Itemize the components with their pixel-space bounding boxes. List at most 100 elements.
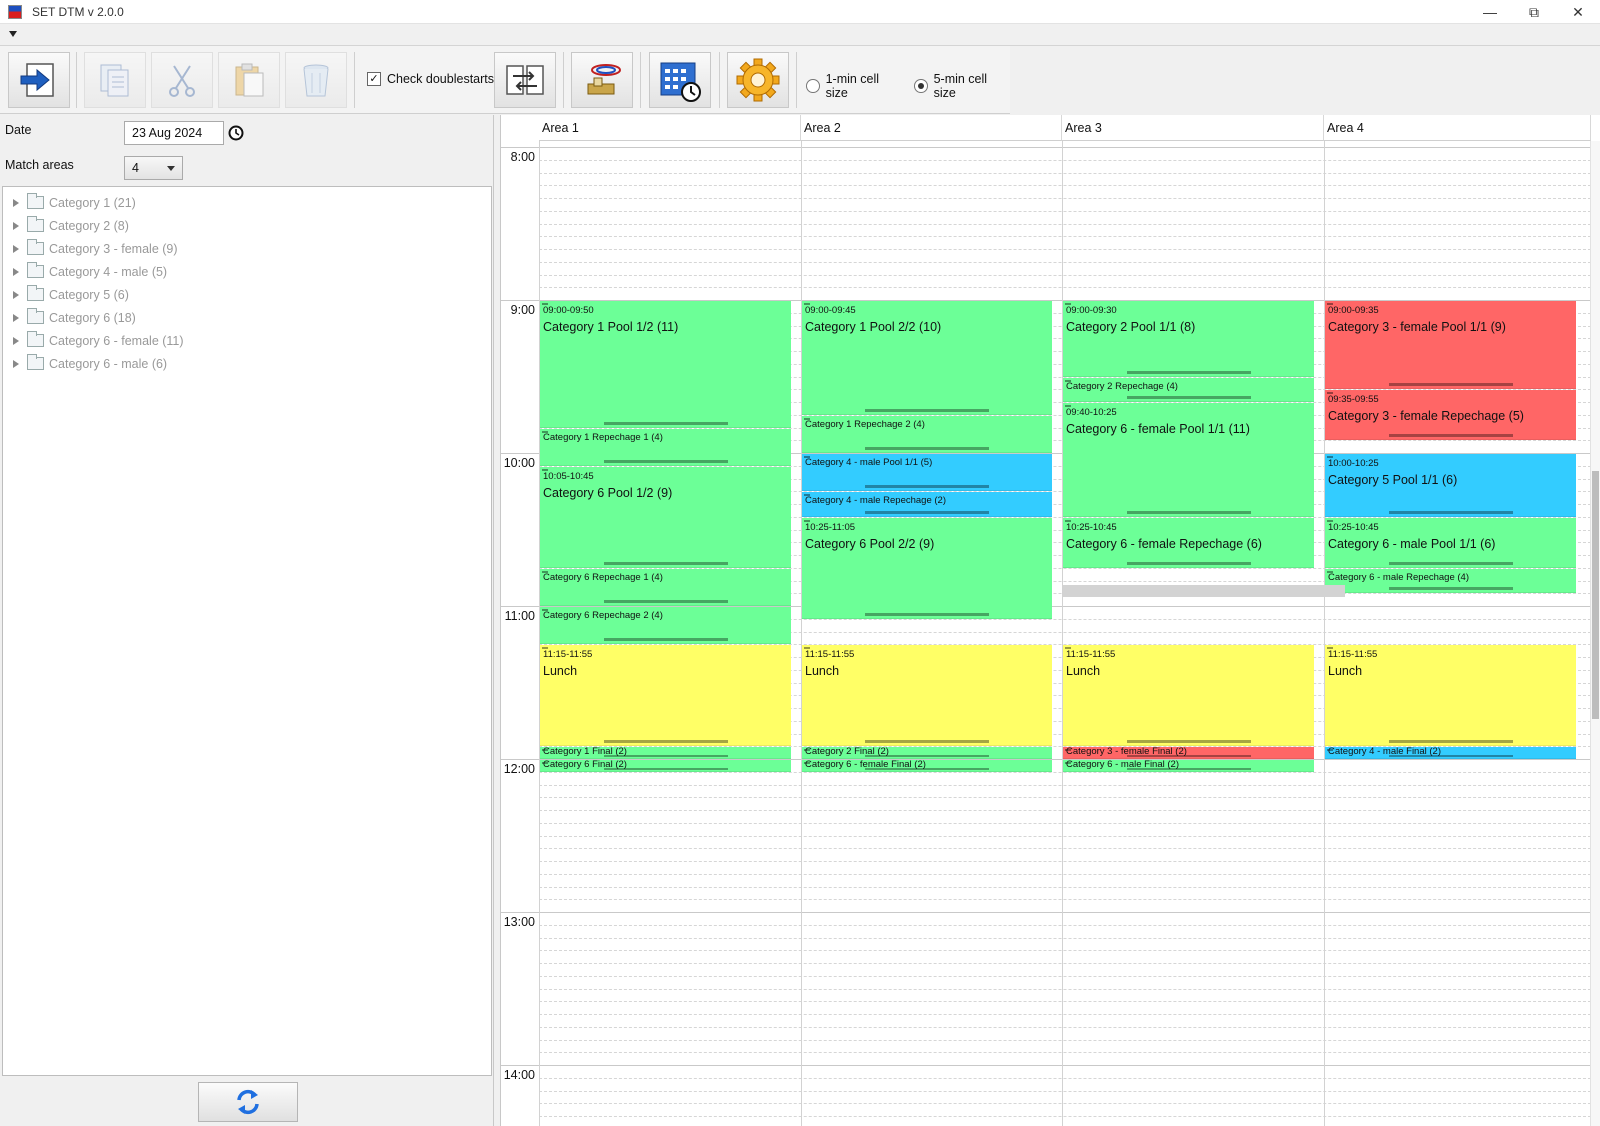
delete-button[interactable] xyxy=(285,52,347,108)
resize-handle[interactable] xyxy=(603,561,728,565)
expand-arrow-icon[interactable] xyxy=(13,244,19,253)
match-block[interactable]: 10:00-10:25 Category 5 Pool 1/1 (6) xyxy=(1325,454,1576,517)
date-field[interactable]: 23 Aug 2024 xyxy=(124,121,224,145)
minimize-button[interactable]: — xyxy=(1468,0,1512,24)
expand-arrow-icon[interactable] xyxy=(13,198,19,207)
cell-size-5-radio[interactable] xyxy=(914,79,928,93)
resize-handle[interactable] xyxy=(1126,510,1251,514)
copy-button[interactable] xyxy=(84,52,146,108)
resize-handle[interactable] xyxy=(1126,740,1251,744)
match-block[interactable]: 10:25-11:05 Category 6 Pool 2/2 (9) xyxy=(802,517,1052,619)
match-block[interactable]: Category 2 Repechage (4) xyxy=(1063,377,1314,402)
resize-handle[interactable] xyxy=(603,600,728,603)
cut-button[interactable] xyxy=(151,52,213,108)
resize-handle[interactable] xyxy=(1388,434,1513,438)
expand-arrow-icon[interactable] xyxy=(13,221,19,230)
match-block[interactable]: Category 6 - male Final (2) xyxy=(1063,760,1314,772)
refresh-button[interactable] xyxy=(198,1082,298,1122)
match-block[interactable]: 09:00-09:45 Category 1 Pool 2/2 (10) xyxy=(802,301,1052,415)
match-block[interactable]: 09:00-09:50 Category 1 Pool 1/2 (11) xyxy=(540,301,791,428)
match-block[interactable]: 09:00-09:30 Category 2 Pool 1/1 (8) xyxy=(1063,301,1314,377)
tree-item-category[interactable]: Category 1 (21) xyxy=(3,191,491,214)
close-button[interactable]: ✕ xyxy=(1556,0,1600,24)
match-block[interactable]: Category 4 - male Final (2) xyxy=(1325,747,1576,759)
match-block[interactable]: Category 2 Final (2) xyxy=(802,747,1052,759)
match-block[interactable]: 09:00-09:35 Category 3 - female Pool 1/1 … xyxy=(1325,301,1576,390)
match-block[interactable]: Category 1 Repechage 1 (4) xyxy=(540,428,791,466)
lunch-block[interactable]: 11:15-11:55 Lunch xyxy=(802,645,1052,747)
resize-handle[interactable] xyxy=(865,755,989,757)
settings-button[interactable] xyxy=(727,52,789,108)
resize-handle[interactable] xyxy=(1126,767,1251,770)
resize-handle[interactable] xyxy=(1126,396,1251,399)
resize-handle[interactable] xyxy=(865,408,989,412)
tree-item-category[interactable]: Category 6 - male (6) xyxy=(3,352,491,375)
export-button[interactable] xyxy=(8,52,70,108)
match-block[interactable]: Category 6 - female Final (2) xyxy=(802,760,1052,772)
tree-item-category[interactable]: Category 3 - female (9) xyxy=(3,237,491,260)
match-block[interactable]: 10:05-10:45 Category 6 Pool 1/2 (9) xyxy=(540,466,791,568)
match-block[interactable]: Category 6 Repechage 2 (4) xyxy=(540,607,791,645)
tree-item-category[interactable]: Category 6 - female (11) xyxy=(3,329,491,352)
match-block[interactable]: 10:25-10:45 Category 6 - male Pool 1/1 (6… xyxy=(1325,517,1576,568)
expand-arrow-icon[interactable] xyxy=(13,267,19,276)
check-doublestarts-checkbox[interactable]: ✓ Check doublestarts xyxy=(367,72,494,86)
lunch-block[interactable]: 11:15-11:55 Lunch xyxy=(1063,645,1314,747)
lunch-block[interactable]: 11:15-11:55 Lunch xyxy=(1325,645,1576,747)
vertical-scrollbar-thumb[interactable] xyxy=(1592,471,1599,719)
expand-arrow-icon[interactable] xyxy=(13,290,19,299)
match-block[interactable]: Category 6 - male Repechage (4) xyxy=(1325,568,1576,594)
publish-button[interactable] xyxy=(571,52,633,108)
resize-handle[interactable] xyxy=(603,638,728,642)
resize-handle[interactable] xyxy=(1126,370,1251,374)
resize-handle[interactable] xyxy=(1388,755,1513,757)
match-block[interactable]: Category 6 Final (2) xyxy=(540,760,791,772)
expand-arrow-icon[interactable] xyxy=(13,336,19,345)
match-block[interactable]: Category 4 - male Repechage (2) xyxy=(802,492,1052,517)
resize-handle[interactable] xyxy=(865,510,989,514)
match-block[interactable]: Category 3 - female Final (2) xyxy=(1063,747,1314,759)
resize-handle[interactable] xyxy=(603,740,728,744)
match-block[interactable]: Category 1 Final (2) xyxy=(540,747,791,759)
match-block[interactable]: 09:35-09:55 Category 3 - female Repechage… xyxy=(1325,390,1576,441)
clock-icon[interactable] xyxy=(228,125,244,141)
resize-handle[interactable] xyxy=(1388,561,1513,565)
resize-handle[interactable] xyxy=(865,485,989,489)
paste-button[interactable] xyxy=(218,52,280,108)
expand-arrow-icon[interactable] xyxy=(13,359,19,368)
resize-handle[interactable] xyxy=(865,740,989,744)
checkbox-checked-icon[interactable]: ✓ xyxy=(367,72,381,86)
expand-arrow-icon[interactable] xyxy=(13,313,19,322)
swap-areas-button[interactable] xyxy=(494,52,556,108)
resize-handle[interactable] xyxy=(865,612,989,616)
match-block[interactable]: 10:25-10:45 Category 6 - female Repechage… xyxy=(1063,517,1314,568)
resize-handle[interactable] xyxy=(603,767,728,770)
resize-handle[interactable] xyxy=(603,755,728,757)
tree-item-category[interactable]: Category 2 (8) xyxy=(3,214,491,237)
cell-size-1-radio[interactable] xyxy=(806,79,820,93)
tree-item-category[interactable]: Category 4 - male (5) xyxy=(3,260,491,283)
resize-handle[interactable] xyxy=(1126,755,1251,757)
match-block[interactable]: Category 1 Repechage 2 (4) xyxy=(802,415,1052,453)
schedule-calendar-button[interactable] xyxy=(649,52,711,108)
tree-item-category[interactable]: Category 5 (6) xyxy=(3,283,491,306)
resize-handle[interactable] xyxy=(603,421,728,425)
resize-handle[interactable] xyxy=(1388,587,1513,591)
match-block[interactable]: 09:40-10:25 Category 6 - female Pool 1/1 … xyxy=(1063,403,1314,517)
resize-handle[interactable] xyxy=(1388,510,1513,514)
horizontal-scrollbar-thumb[interactable] xyxy=(1063,585,1345,597)
match-areas-select[interactable]: 4 xyxy=(124,156,183,180)
match-block[interactable]: Category 4 - male Pool 1/1 (5) xyxy=(802,454,1052,492)
resize-handle[interactable] xyxy=(1126,561,1251,565)
resize-handle[interactable] xyxy=(1388,383,1513,387)
tree-item-category[interactable]: Category 6 (18) xyxy=(3,306,491,329)
menu-dropdown-icon[interactable] xyxy=(9,31,17,37)
resize-handle[interactable] xyxy=(865,447,989,450)
resize-handle[interactable] xyxy=(865,767,989,770)
restore-button[interactable]: ⧉ xyxy=(1512,0,1556,24)
resize-handle[interactable] xyxy=(603,459,728,463)
match-block[interactable]: Category 6 Repechage 1 (4) xyxy=(540,568,791,606)
vertical-scrollbar[interactable] xyxy=(1590,141,1600,1126)
lunch-block[interactable]: 11:15-11:55 Lunch xyxy=(540,645,791,747)
resize-handle[interactable] xyxy=(1388,740,1513,744)
